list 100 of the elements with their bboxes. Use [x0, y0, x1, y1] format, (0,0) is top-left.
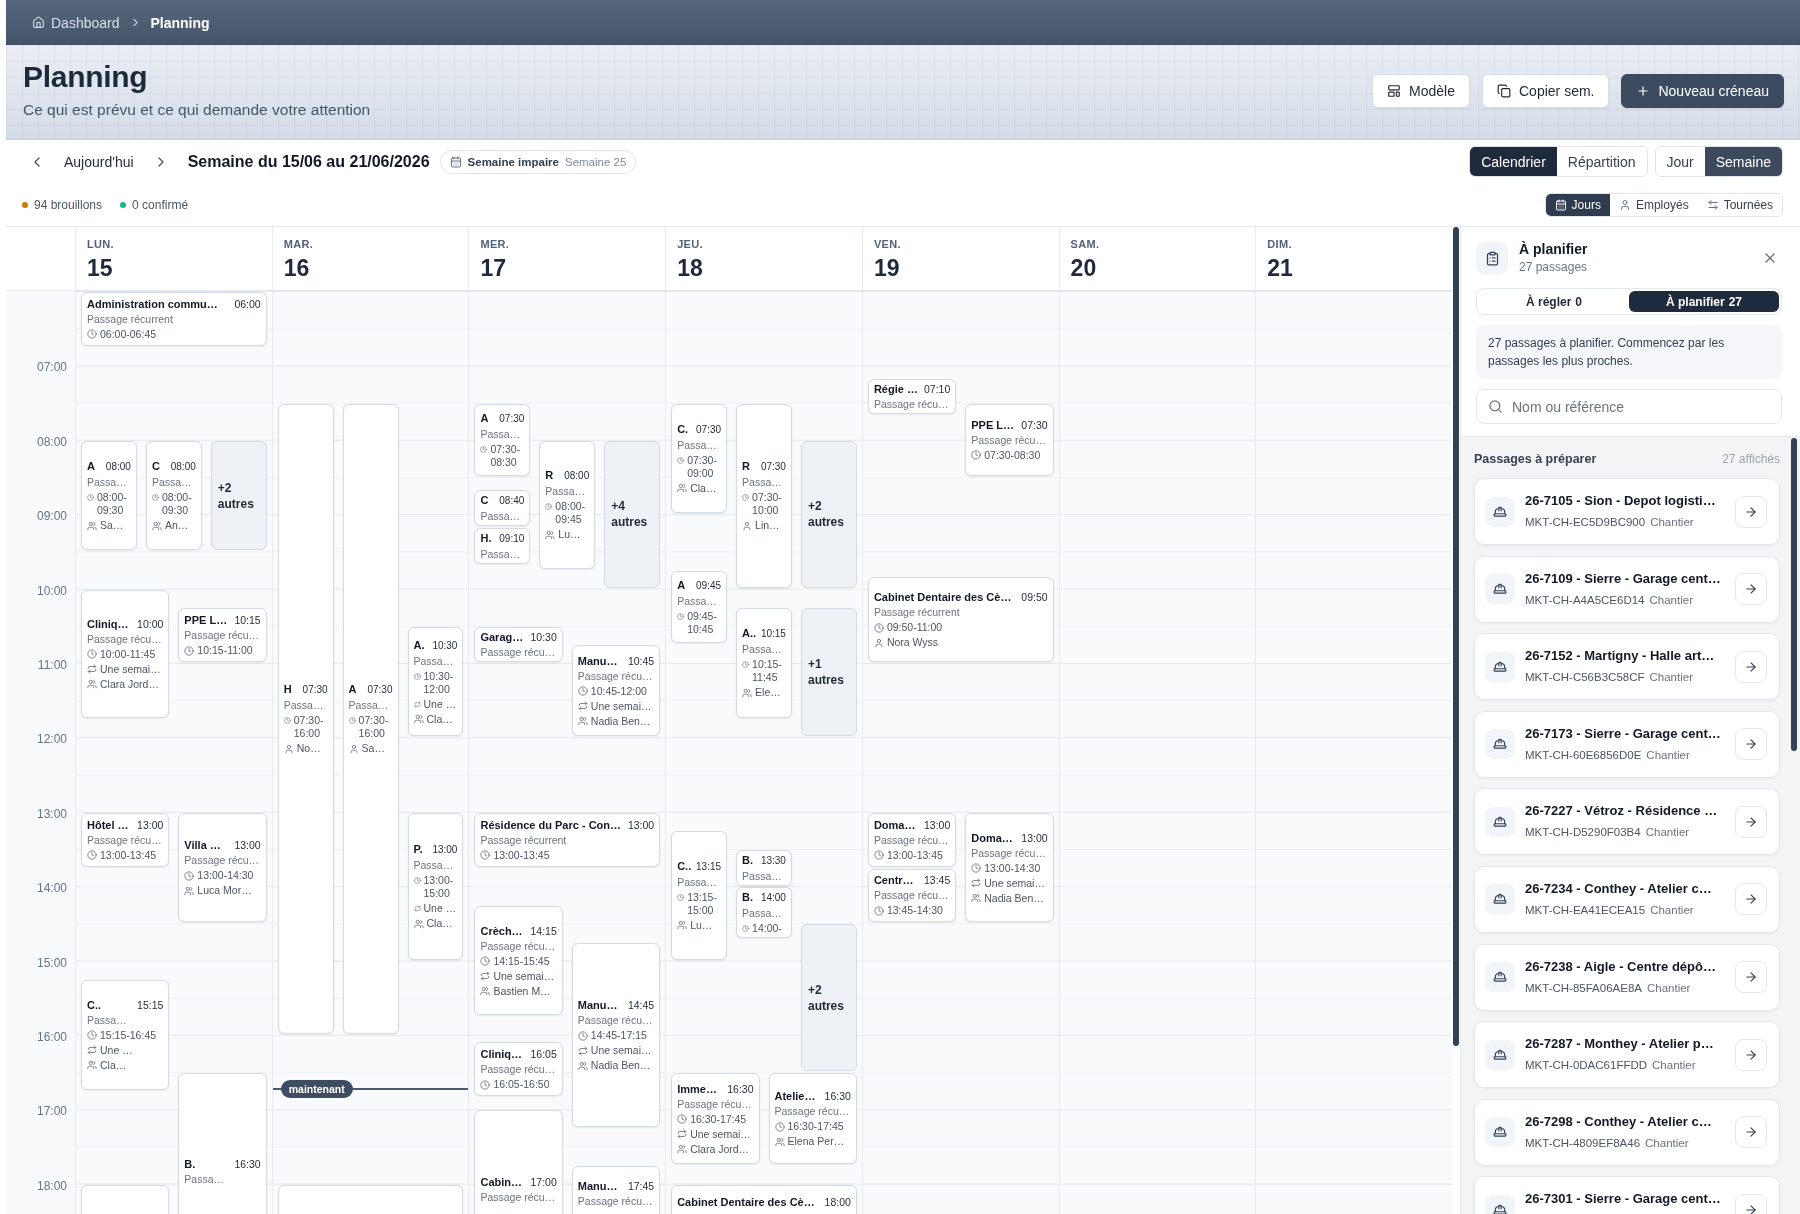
event-card[interactable]: A.. 10:15 Passa… 10:15-11:45 Ele…	[736, 608, 792, 718]
day-weekday: JEU.	[677, 238, 703, 251]
passage-card[interactable]: 26-7301 - Sierre - Garage cent…	[1474, 1176, 1780, 1214]
event-card[interactable]: Cabinet Dentaire des Cè… 09:50 Passage récurrent 09:50-11:00 Nora Wyss	[867, 577, 1054, 662]
clock-icon	[151, 494, 159, 502]
event-card[interactable]: Manu… 17:45 Passage récu…	[571, 1166, 661, 1214]
event-card[interactable]: A. 10:30 Passa… 10:30-12:00 Une … Cla…	[407, 626, 464, 737]
open-passage-button[interactable]	[1735, 1116, 1767, 1149]
open-passage-button[interactable]	[1735, 495, 1767, 528]
clock-icon	[873, 850, 884, 861]
view-tab[interactable]: Calendrier	[1470, 147, 1557, 176]
event-assignee: Cla…	[690, 481, 717, 495]
open-passage-button[interactable]	[1735, 728, 1767, 761]
event-card[interactable]: C 08:00 Passa… 08:00-09:30 An…	[145, 440, 202, 551]
more-events-button[interactable]: +1 autres	[800, 608, 857, 737]
template-button[interactable]: Modèle	[1372, 73, 1470, 108]
event-assignee: Lu…	[558, 528, 581, 542]
passage-card[interactable]: 26-7238 - Aigle - Centre dépô… MKT-CH-85FA06AE8A Chantier	[1474, 943, 1780, 1011]
event-card[interactable]: H 07:30 Passa… 07:30-16:00 No…	[277, 403, 334, 1034]
event-card[interactable]: Centr… 13:45 Passage récu… 13:45-14:30	[867, 868, 957, 923]
event-card[interactable]: Manu… 10:45 Passage récu… 10:45-12:00 Une semai… Nadia Ben…	[571, 645, 661, 737]
today-button[interactable]: Aujourd'hui	[58, 149, 140, 174]
event-card[interactable]: C. 07:30 Passa… 07:30-09:00 Cla…	[671, 403, 728, 514]
event-card[interactable]: B. 13:30 Passa…	[736, 850, 792, 886]
event-card[interactable]: Imme… 16:30 Passage récu… 16:30-17:45 Une semai… Clara Jord…	[671, 1073, 760, 1165]
event-type: Passage récurrent	[873, 606, 960, 620]
event-time: 07:30	[367, 683, 393, 698]
passage-card[interactable]: 26-7287 - Monthey - Atelier p… MKT-CH-0DAC61FFDD Chantier	[1474, 1021, 1780, 1089]
more-events-button[interactable]: +2 autres	[210, 440, 267, 551]
event-card[interactable]: Régie … 07:10 Passage récu…	[867, 378, 957, 414]
event-card[interactable]: Hôtel … 13:00 Passage récu… 13:00-13:45	[81, 812, 170, 867]
breadcrumb-link[interactable]: Dashboard	[32, 14, 120, 31]
period-tab[interactable]: Semaine	[1704, 147, 1782, 176]
passage-card[interactable]: 26-7109 - Sierre - Garage cent… MKT-CH-A4A5CE6D14 Chantier	[1474, 555, 1780, 623]
open-passage-button[interactable]	[1735, 650, 1767, 683]
event-card[interactable]: Cliniq… 16:05 Passage récu… 16:05-16:50	[474, 1042, 563, 1096]
panel-tab[interactable]: À planifier 27	[1629, 291, 1779, 312]
open-passage-button[interactable]	[1735, 883, 1767, 916]
event-time-range: 08:00-09:30	[161, 491, 193, 518]
passage-card[interactable]: 26-7152 - Martigny - Halle art… MKT-CH-C56B3C58CF Chantier	[1474, 633, 1780, 701]
panel-subtitle: 27 passages	[1519, 260, 1588, 275]
passage-reference: MKT-CH-A4A5CE6D14	[1525, 592, 1645, 608]
event-card[interactable]: R 08:00 Passa… 08:00-09:45 Lu…	[539, 440, 596, 569]
clock-icon	[742, 661, 750, 669]
event-card[interactable]: Administration commu… 06:00 Passage récurrent 06:00-06:45	[81, 292, 267, 346]
more-events-button[interactable]: +2 autres	[800, 440, 857, 588]
event-card[interactable]: Cabin… 17:00 Passage récu…	[474, 1110, 563, 1214]
event-card[interactable]: Cliniq… 10:00 Passage récu… 10:00-11:45 Une semai… Clara Jord…	[81, 589, 170, 718]
event-card[interactable]: B. 14:00 Passa… 14:00-	[736, 887, 792, 939]
scrollbar-thumb[interactable]	[1791, 438, 1797, 751]
passage-card[interactable]: 26-7234 - Conthey - Atelier c… MKT-CH-EA41ECEA15 Chantier	[1474, 865, 1780, 933]
users-icon	[677, 1144, 688, 1155]
new-slot-button[interactable]: Nouveau créneau	[1621, 73, 1784, 108]
copy-week-button[interactable]: Copier sem.	[1482, 73, 1610, 108]
event-card[interactable]: R 07:30 Passa… 07:30-10:00 Lin…	[736, 403, 792, 588]
event-card[interactable]: Crèch… 14:15 Passage récu… 14:15-15:45 Une semai… Bastien M…	[474, 905, 563, 1016]
event-assignee: Sa…	[361, 742, 385, 756]
open-passage-button[interactable]	[1735, 573, 1767, 606]
event-card[interactable]: B. 16:30 Passa…	[178, 1073, 267, 1214]
event-card[interactable]: Résidence du Parc - Con… 13:00 Passage récurrent 13:00-13:45	[474, 812, 661, 867]
event-card[interactable]: A 09:45 Passa… 09:45-10:45	[671, 571, 728, 644]
event-card[interactable]: PPE L… 10:15 Passage récu… 10:15-11:00	[178, 608, 267, 662]
event-card[interactable]: P. 13:00 Passa… 13:00-15:00 Une … Cla…	[407, 812, 464, 960]
passage-card[interactable]: 26-7173 - Sierre - Garage cent… MKT-CH-60E6856D0E Chantier	[1474, 710, 1780, 778]
event-card[interactable]: C 08:40 Passa…	[474, 490, 531, 527]
event-card[interactable]: Garag… 10:30 Passage récu…	[474, 626, 563, 662]
passage-card[interactable]: 26-7227 - Vétroz - Résidence … MKT-CH-D5290F03B4 Chantier	[1474, 788, 1780, 856]
users-icon	[971, 893, 982, 904]
event-card[interactable]: PPE L… 07:30 Passage récu… 07:30-08:30	[965, 403, 1054, 476]
event-card[interactable]: Doma… 13:00 Passage récu… 13:00-13:45	[867, 812, 957, 867]
panel-title: À planifier	[1519, 241, 1588, 258]
more-events-button[interactable]: +2 autres	[800, 924, 857, 1072]
open-passage-button[interactable]	[1735, 1038, 1767, 1071]
grouping-tab[interactable]: Jours	[1545, 193, 1610, 216]
scrollbar-thumb[interactable]	[1453, 227, 1459, 1046]
home-icon	[32, 16, 45, 29]
search-field[interactable]: Nom ou référence	[1476, 389, 1782, 424]
open-passage-button[interactable]	[1735, 805, 1767, 838]
event-card[interactable]: A 08:00 Passa… 08:00-09:30 Sa…	[81, 440, 137, 551]
event-card[interactable]: Manu… 14:45 Passage récu… 14:45-17:15 Une semai… Nadia Ben…	[571, 943, 661, 1127]
event-type: Passage récu…	[480, 1191, 556, 1205]
passage-card[interactable]: 26-7105 - Sion - Depot logisti… MKT-CH-EC5D9BC900 Chantier	[1474, 478, 1780, 545]
event-time: 10:30	[432, 638, 458, 653]
passage-card[interactable]: 26-7298 - Conthey - Atelier c… MKT-CH-4809EF8A46 Chantier	[1474, 1098, 1780, 1166]
event-time: 07:30	[696, 422, 722, 437]
event-card[interactable]: C.. 15:15 Passa… 15:15-16:45 Une … Cla…	[81, 980, 170, 1090]
event-card[interactable]: C.. 13:15 Passa… 13:15-15:00 Lu…	[671, 831, 728, 960]
event-card[interactable]: A 07:30 Passa… 07:30-08:30	[474, 403, 531, 476]
event-card[interactable]: H. 09:10 Passa…	[474, 527, 531, 564]
event-card[interactable]: Villa … 13:00 Passage récu… 13:00-14:30 Luca Mor…	[178, 812, 267, 923]
event-card[interactable]: Doma… 13:00 Passage récu… 13:00-14:30 Une semai… Nadia Ben…	[965, 812, 1054, 923]
event-card[interactable]: A 07:30 Passa… 07:30-16:00 Sa…	[342, 403, 399, 1034]
event-card[interactable]: Atelie… 16:30 Passage récu… 16:30-17:45 Elena Per…	[768, 1073, 857, 1165]
more-events-button[interactable]: +4 autres	[604, 440, 661, 588]
event-card[interactable]: Cabinet Dentaire des Cè… 18:00	[671, 1184, 857, 1214]
clock-icon	[480, 850, 491, 861]
open-passage-button[interactable]	[1735, 961, 1767, 994]
repeat-icon	[971, 878, 982, 889]
passage-title: 26-7173 - Sierre - Garage cent…	[1525, 724, 1721, 743]
panel-tab[interactable]: À régler 0	[1479, 291, 1629, 312]
